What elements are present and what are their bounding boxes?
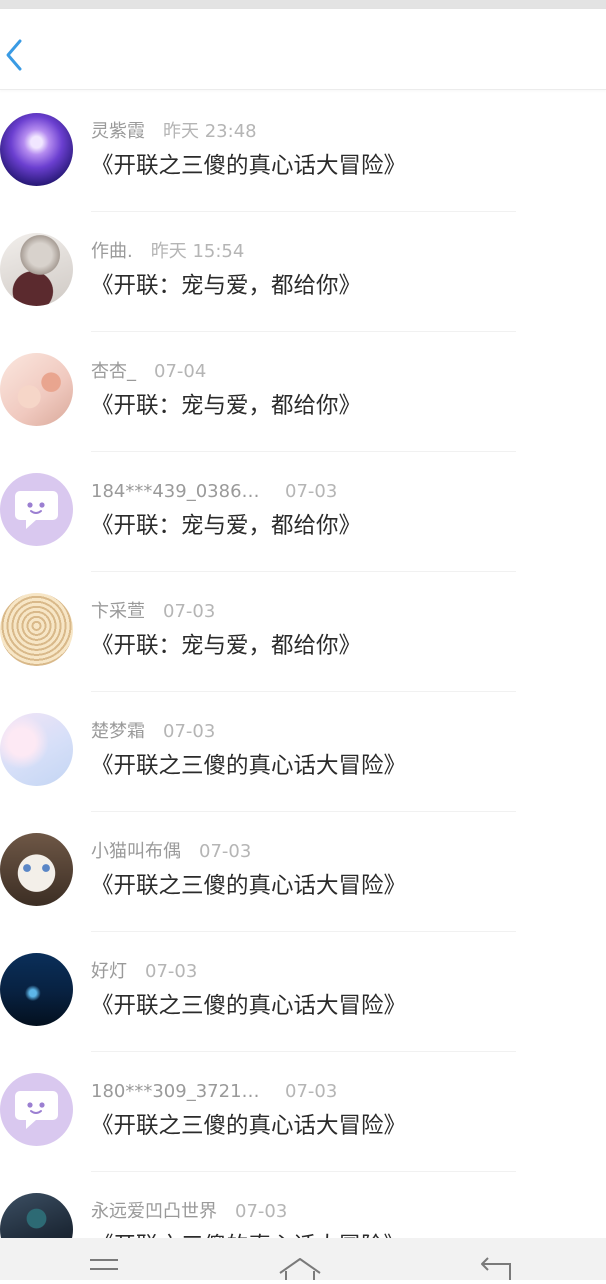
message-text: 《开联之三傻的真心话大冒险》 [91,153,407,179]
avatar[interactable] [0,593,73,666]
chat-bubble-icon [15,1091,58,1129]
sender-name: 好灯 [91,961,127,982]
avatar[interactable] [0,833,73,906]
message-time: 07-03 [163,601,216,622]
menu-icon [90,1259,118,1270]
list-item[interactable]: 永远爱凹凸世界 07-03 《开联之三傻的真心话大冒险》 [0,1172,606,1238]
back-nav-button[interactable] [478,1256,514,1280]
home-icon [279,1258,321,1280]
avatar[interactable] [0,1193,73,1238]
message-text: 《开联：宠与爱，都给你》 [91,273,362,299]
menu-button[interactable] [88,1256,120,1280]
list-item[interactable]: 卞采萱 07-03 《开联：宠与爱，都给你》 [0,572,606,692]
sender-name: 184***439_0386… [91,481,260,502]
home-button[interactable] [278,1256,322,1280]
avatar[interactable] [0,113,73,186]
avatar[interactable] [0,353,73,426]
system-navigation-bar [0,1238,606,1280]
message-time: 07-03 [163,721,216,742]
message-time: 07-03 [235,1201,288,1222]
message-text: 《开联之三傻的真心话大冒险》 [91,993,407,1019]
chevron-left-icon [6,39,22,71]
list-item[interactable]: 杏杏_ 07-04 《开联：宠与爱，都给你》 [0,332,606,452]
list-item[interactable]: 184***439_0386… 07-03 《开联：宠与爱，都给你》 [0,452,606,572]
message-time: 07-03 [285,1081,338,1102]
sender-name: 永远爱凹凸世界 [91,1201,217,1222]
sender-name: 小猫叫布偶 [91,841,181,862]
list-item[interactable]: 好灯 07-03 《开联之三傻的真心话大冒险》 [0,932,606,1052]
sender-name: 作曲. [91,241,133,262]
message-time: 昨天 15:54 [150,241,245,262]
back-icon [481,1257,511,1280]
message-text: 《开联之三傻的真心话大冒险》 [91,1230,406,1238]
list-item[interactable]: 180***309_3721… 07-03 《开联之三傻的真心话大冒险》 [0,1052,606,1172]
message-list: 灵紫霞 昨天 23:48 《开联之三傻的真心话大冒险》 作曲. 昨天 15:54 《… [0,92,606,1238]
message-text: 《开联之三傻的真心话大冒险》 [91,1113,407,1139]
list-item[interactable]: 楚梦霜 07-03 《开联之三傻的真心话大冒险》 [0,692,606,812]
message-time: 07-03 [199,841,252,862]
chat-bubble-icon [15,491,58,529]
message-text: 《开联：宠与爱，都给你》 [91,513,362,539]
avatar[interactable] [0,1073,73,1146]
avatar[interactable] [0,713,73,786]
message-time: 07-03 [285,481,338,502]
avatar[interactable] [0,473,73,546]
sender-name: 180***309_3721… [91,1081,260,1102]
message-time: 07-03 [145,961,198,982]
message-text: 《开联：宠与爱，都给你》 [91,633,362,659]
message-time: 昨天 23:48 [163,121,257,142]
back-button[interactable] [2,35,32,75]
status-bar [0,0,606,9]
sender-name: 楚梦霜 [91,721,145,742]
message-text: 《开联之三傻的真心话大冒险》 [91,873,407,899]
avatar[interactable] [0,953,73,1026]
message-text: 《开联之三傻的真心话大冒险》 [91,753,407,779]
message-time: 07-04 [154,361,207,382]
avatar[interactable] [0,233,73,306]
sender-name: 杏杏_ [91,361,136,382]
list-item[interactable]: 灵紫霞 昨天 23:48 《开联之三傻的真心话大冒险》 [0,92,606,212]
message-text: 《开联：宠与爱，都给你》 [91,393,362,419]
list-item[interactable]: 作曲. 昨天 15:54 《开联：宠与爱，都给你》 [0,212,606,332]
sender-name: 卞采萱 [91,601,145,622]
list-item[interactable]: 小猫叫布偶 07-03 《开联之三傻的真心话大冒险》 [0,812,606,932]
sender-name: 灵紫霞 [91,121,145,142]
top-bar [0,9,606,90]
